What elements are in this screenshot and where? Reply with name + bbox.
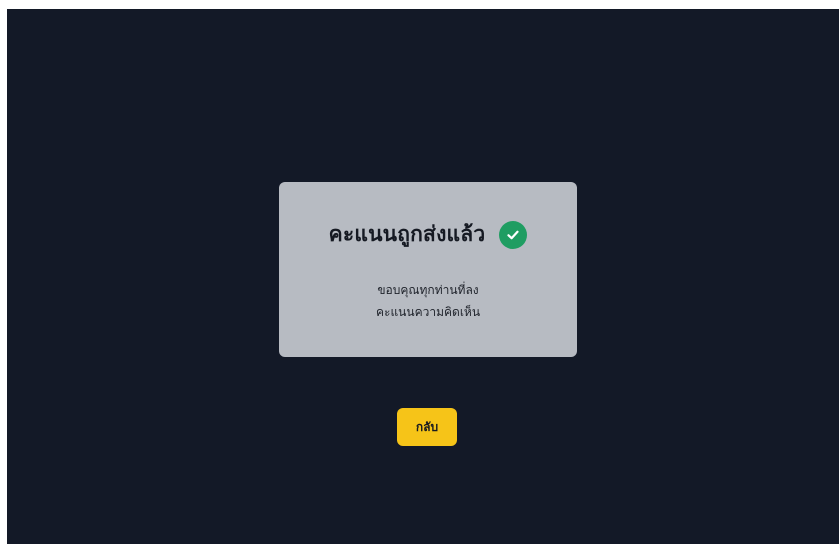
confirmation-card: คะแนนถูกส่งแล้ว ขอบคุณทุกท่านที่ลง คะแนน… <box>279 182 577 357</box>
check-circle-icon <box>499 220 528 249</box>
card-title: คะแนนถูกส่งแล้ว <box>328 222 486 246</box>
check-mark <box>507 230 519 239</box>
message-line-2: คะแนนความคิดเห็น <box>375 305 481 319</box>
app-background: คะแนนถูกส่งแล้ว ขอบคุณทุกท่านที่ลง คะแนน… <box>7 9 839 544</box>
back-button[interactable]: กลับ <box>397 408 457 446</box>
message-line-1: ขอบคุณทุกท่านที่ลง <box>377 283 479 297</box>
card-header: คะแนนถูกส่งแล้ว <box>279 218 577 251</box>
thank-you-message: ขอบคุณทุกท่านที่ลง คะแนนความคิดเห็น <box>279 279 577 323</box>
